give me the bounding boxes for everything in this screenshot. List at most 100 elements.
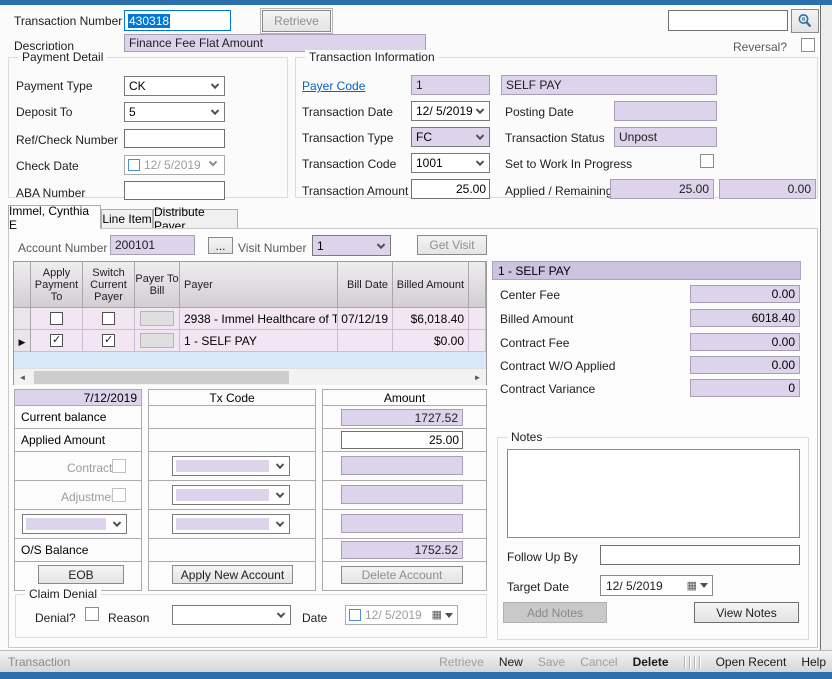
apply-payment-checkbox[interactable]: [50, 334, 63, 347]
status-help[interactable]: Help: [801, 655, 826, 669]
status-save[interactable]: Save: [538, 655, 565, 669]
search-input[interactable]: [668, 10, 788, 31]
transaction-date-value: 12/ 5/2019: [416, 104, 473, 118]
status-bar: Transaction Retrieve New Save Cancel Del…: [0, 650, 832, 672]
tab-patient[interactable]: Immel, Cynthia E: [8, 205, 101, 229]
apply-payment-checkbox[interactable]: [50, 312, 63, 325]
adjustment-txcode-combo[interactable]: [172, 485, 290, 505]
extra-type-combo[interactable]: [22, 514, 127, 534]
denial-checkbox[interactable]: [85, 607, 99, 621]
current-balance-label: Current balance: [21, 410, 106, 424]
billed-amount-label: Billed Amount: [500, 312, 573, 326]
bill-date-cell[interactable]: [338, 330, 393, 352]
col-header-switch-current-payer[interactable]: Switch Current Payer: [83, 262, 135, 308]
col-header-payer[interactable]: Payer: [180, 262, 338, 308]
transaction-amount-input[interactable]: [411, 179, 490, 199]
applied-amount-input[interactable]: [341, 431, 463, 449]
check-date-picker[interactable]: 12/ 5/2019: [124, 155, 225, 175]
payer-code-link[interactable]: Payer Code: [302, 79, 365, 93]
transaction-type-value: FC: [416, 130, 432, 144]
target-date-value: 12/ 5/2019: [606, 579, 663, 593]
search-button[interactable]: [791, 9, 819, 33]
switch-payer-checkbox[interactable]: [102, 312, 115, 325]
chevron-down-icon: [476, 106, 484, 114]
switch-payer-cell[interactable]: [83, 308, 135, 330]
switch-payer-cell[interactable]: [83, 330, 135, 352]
row-selector[interactable]: [14, 308, 31, 330]
applied-amount-label: Applied Amount: [21, 433, 105, 447]
payer-cell[interactable]: 1 - SELF PAY: [180, 330, 338, 352]
date-checkbox[interactable]: [128, 159, 140, 171]
payer-to-bill-cell[interactable]: [135, 330, 180, 352]
reversal-checkbox[interactable]: [801, 38, 815, 52]
payment-type-combo[interactable]: CK: [124, 76, 225, 96]
view-notes-button[interactable]: View Notes: [694, 602, 799, 623]
status-cancel[interactable]: Cancel: [580, 655, 617, 669]
denial-date-picker[interactable]: 12/ 5/2019 ▦: [345, 605, 458, 625]
add-notes-button[interactable]: Add Notes: [503, 602, 607, 623]
visit-number-combo[interactable]: 1: [312, 235, 391, 256]
billed-amount-cell[interactable]: $6,018.40: [393, 308, 469, 330]
check-date-value: 12/ 5/2019: [144, 158, 201, 172]
transaction-date-combo[interactable]: 12/ 5/2019: [411, 101, 490, 121]
billed-amount-cell[interactable]: $0.00: [393, 330, 469, 352]
extra-txcode-combo[interactable]: [172, 514, 290, 534]
payment-type-label: Payment Type: [16, 79, 93, 93]
row-selector[interactable]: [14, 330, 31, 352]
col-header-billed-amount[interactable]: Billed Amount: [393, 262, 469, 308]
col-header-apply-payment-to[interactable]: Apply Payment To: [31, 262, 83, 308]
payer-to-bill-box: [140, 333, 174, 348]
bill-date-cell[interactable]: 07/12/19: [338, 308, 393, 330]
date-checkbox[interactable]: [349, 609, 361, 621]
adjustment-row-cell: Adjustment: [14, 480, 142, 510]
deposit-to-combo[interactable]: 5: [124, 102, 225, 122]
delete-account-button[interactable]: Delete Account: [341, 566, 463, 584]
payer-to-bill-cell[interactable]: [135, 308, 180, 330]
transaction-code-combo[interactable]: 1001: [411, 153, 490, 173]
apply-new-account-button[interactable]: Apply New Account: [172, 565, 293, 584]
scroll-right-icon[interactable]: ►: [469, 369, 486, 385]
contract-checkbox[interactable]: [112, 459, 126, 473]
reason-combo[interactable]: [172, 605, 291, 625]
check-date-label: Check Date: [16, 159, 79, 173]
grid-horizontal-scrollbar[interactable]: ◄ ►: [14, 368, 486, 385]
target-date-picker[interactable]: 12/ 5/2019 ▦: [600, 575, 713, 596]
eob-button[interactable]: EOB: [38, 565, 124, 584]
apply-payment-cell[interactable]: [31, 330, 83, 352]
apply-payment-cell[interactable]: [31, 308, 83, 330]
status-open-recent[interactable]: Open Recent: [716, 655, 787, 669]
ref-check-number-input[interactable]: [124, 129, 225, 148]
contract-label: Contract: [67, 461, 112, 475]
row-selector-arrow-icon: [19, 334, 26, 348]
contract-wo-applied-field: 0.00: [690, 356, 800, 374]
col-header-payer-to-bill[interactable]: Payer To Bill: [135, 262, 180, 308]
status-delete[interactable]: Delete: [633, 655, 669, 669]
status-new[interactable]: New: [499, 655, 523, 669]
tab-line-item[interactable]: Line Item: [101, 209, 153, 229]
status-retrieve[interactable]: Retrieve: [439, 655, 484, 669]
retrieve-button[interactable]: Retrieve: [262, 10, 331, 32]
contract-variance-field: 0: [690, 379, 800, 397]
transaction-info-title: Transaction Information: [305, 50, 439, 64]
transaction-type-combo[interactable]: FC: [411, 127, 490, 147]
follow-up-by-input[interactable]: [600, 545, 800, 565]
transaction-number-input[interactable]: 430318: [124, 10, 231, 31]
scrollbar-thumb[interactable]: [34, 371, 289, 384]
scroll-left-icon[interactable]: ◄: [14, 369, 31, 385]
payer-cell[interactable]: 2938 - Immel Healthcare of Texa: [180, 308, 338, 330]
notes-textarea[interactable]: [507, 449, 800, 538]
col-header-bill-date[interactable]: Bill Date: [338, 262, 393, 308]
adjustment-checkbox[interactable]: [112, 488, 126, 502]
apply-table-date-header: 7/12/2019: [14, 389, 142, 406]
get-visit-button[interactable]: Get Visit: [417, 235, 487, 255]
billed-amount-field: 6018.40: [690, 309, 800, 327]
tab-distribute-payer[interactable]: Distribute Payer: [153, 209, 238, 229]
account-browse-button[interactable]: ...: [208, 237, 233, 254]
switch-payer-checkbox[interactable]: [102, 334, 115, 347]
work-in-progress-checkbox[interactable]: [700, 154, 714, 168]
account-number-field[interactable]: 200101: [110, 235, 195, 255]
contract-txcode-combo[interactable]: [172, 456, 290, 476]
applied-field: 25.00: [610, 179, 714, 199]
chevron-down-icon: [476, 158, 484, 166]
aba-number-input[interactable]: [124, 181, 225, 200]
